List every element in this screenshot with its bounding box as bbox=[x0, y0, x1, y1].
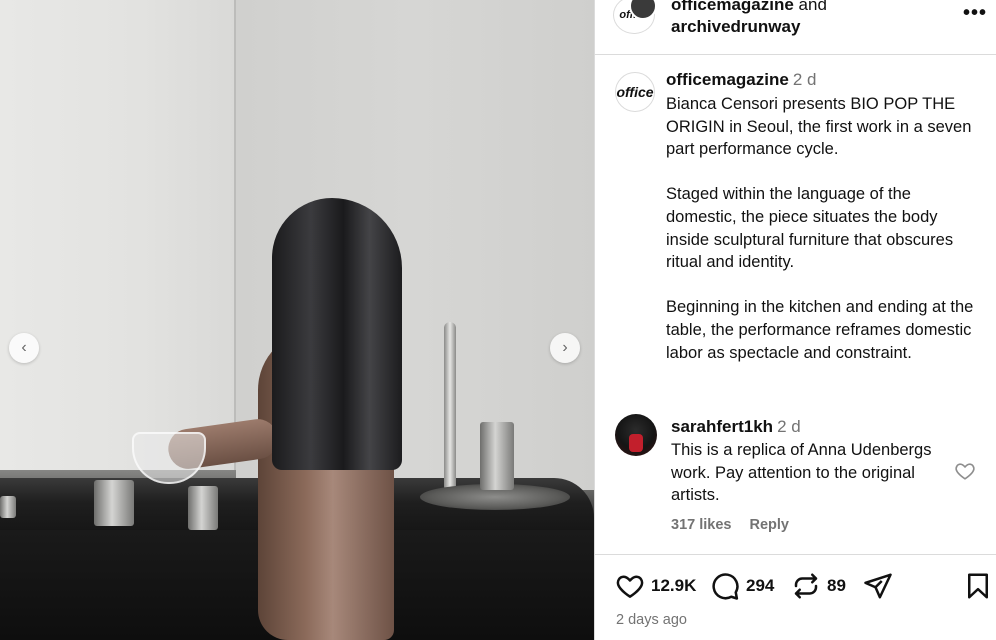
next-slide-button[interactable]: › bbox=[550, 333, 580, 363]
post-header: office officemagazine and archivedrunway… bbox=[595, 0, 996, 55]
media-wall bbox=[0, 0, 235, 470]
heart-icon bbox=[616, 575, 644, 598]
and-text: and bbox=[793, 0, 827, 14]
comment-count: 294 bbox=[746, 576, 775, 595]
repost-count: 89 bbox=[827, 576, 846, 595]
caption-header: officemagazine 2 d bbox=[666, 70, 816, 90]
comment-timestamp[interactable]: 2 d bbox=[777, 417, 801, 436]
caption-paragraph: Bianca Censori presents BIO POP THE ORIG… bbox=[666, 95, 972, 159]
caption-text: Bianca Censori presents BIO POP THE ORIG… bbox=[666, 93, 984, 387]
reply-button[interactable]: Reply bbox=[750, 517, 790, 533]
share-button[interactable] bbox=[863, 571, 893, 601]
commenter-username[interactable]: sarahfert1kh bbox=[671, 417, 773, 436]
comment-meta: 317 likes Reply bbox=[671, 517, 803, 533]
chevron-left-icon: ‹ bbox=[21, 339, 27, 356]
media-canister bbox=[94, 480, 134, 526]
action-bar: 12.9K 294 89 2 days ago bbox=[595, 554, 996, 640]
commenter-avatar[interactable] bbox=[615, 414, 657, 456]
media-canister bbox=[480, 422, 514, 490]
media-canister bbox=[188, 486, 218, 530]
collaborator-username[interactable]: archivedrunway bbox=[671, 17, 800, 36]
repost-icon bbox=[794, 573, 818, 599]
post-date[interactable]: 2 days ago bbox=[616, 612, 687, 628]
caption-author-avatar[interactable]: office bbox=[615, 72, 655, 112]
author-username[interactable]: officemagazine bbox=[671, 0, 794, 14]
save-button[interactable] bbox=[963, 571, 993, 601]
heart-outline-icon[interactable] bbox=[954, 460, 976, 482]
repost-button[interactable]: 89 bbox=[791, 571, 846, 601]
caption-timestamp[interactable]: 2 d bbox=[793, 70, 817, 89]
media-tap bbox=[444, 322, 456, 492]
more-options-icon[interactable]: ••• bbox=[963, 2, 987, 25]
caption-username[interactable]: officemagazine bbox=[666, 70, 789, 89]
comment-likes[interactable]: 317 likes bbox=[671, 517, 731, 533]
post-details-panel: office officemagazine and archivedrunway… bbox=[594, 0, 996, 640]
comment-button[interactable]: 294 bbox=[710, 571, 774, 601]
bookmark-icon bbox=[968, 573, 988, 599]
previous-slide-button[interactable]: ‹ bbox=[9, 333, 39, 363]
comment-header: sarahfert1kh 2 d bbox=[671, 417, 801, 437]
media-canister bbox=[0, 496, 16, 518]
media-bowl bbox=[132, 432, 206, 484]
caption-paragraph: Staged within the language of the domest… bbox=[666, 185, 954, 272]
chevron-right-icon: › bbox=[562, 339, 568, 356]
post-media: ‹ › bbox=[0, 0, 594, 640]
comment-icon bbox=[712, 573, 739, 600]
send-icon bbox=[864, 573, 892, 599]
avatar-logo-text: office bbox=[616, 84, 654, 100]
media-figure-hair bbox=[272, 198, 402, 470]
comment-text: This is a replica of Anna Udenbergs work… bbox=[671, 441, 932, 505]
like-count: 12.9K bbox=[651, 576, 697, 595]
caption-paragraph: Beginning in the kitchen and ending at t… bbox=[666, 298, 974, 362]
like-button[interactable]: 12.9K bbox=[615, 571, 696, 601]
post-authors: officemagazine and archivedrunway bbox=[671, 0, 827, 38]
